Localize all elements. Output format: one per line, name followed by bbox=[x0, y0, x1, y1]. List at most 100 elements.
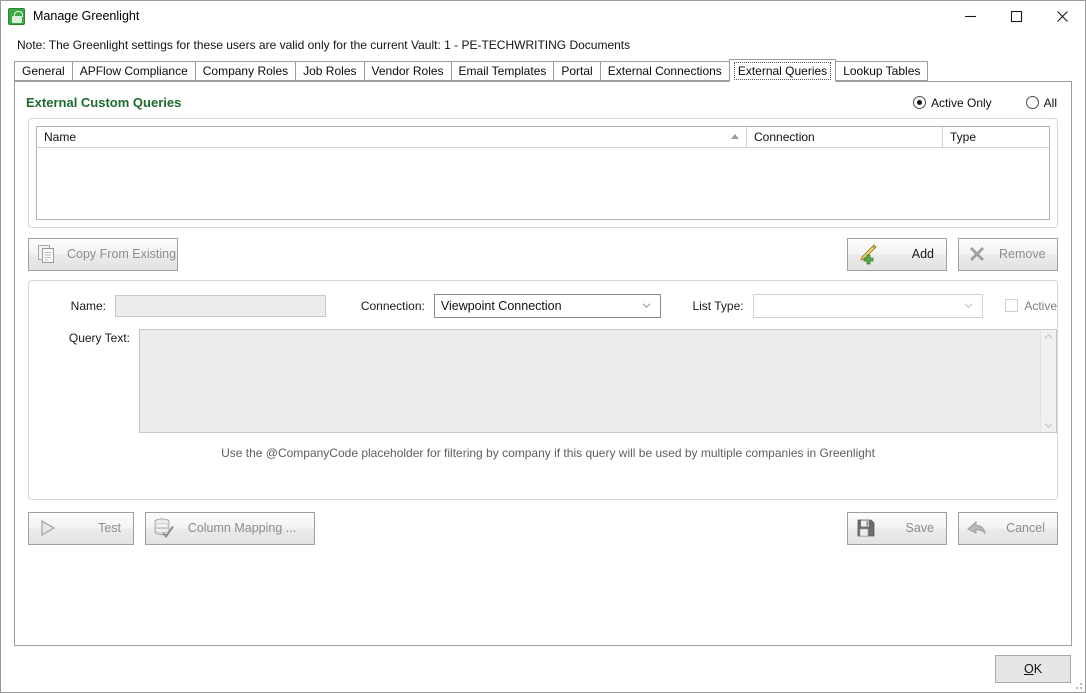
tab-bar: General APFlow Compliance Company Roles … bbox=[1, 59, 1085, 82]
cancel-button-label: Cancel bbox=[1006, 521, 1045, 535]
connection-label: Connection: bbox=[360, 298, 425, 313]
queries-grid[interactable]: Name Connection Type bbox=[36, 126, 1050, 220]
connection-select-value: Viewpoint Connection bbox=[440, 298, 562, 313]
add-button[interactable]: Add bbox=[847, 237, 947, 271]
save-button-label: Save bbox=[905, 521, 935, 535]
column-mapping-label: Column Mapping ... bbox=[187, 521, 297, 535]
tab-lookup-tables-label: Lookup Tables bbox=[843, 64, 921, 78]
tab-email-templates-label: Email Templates bbox=[458, 64, 547, 78]
tab-apflow-compliance[interactable]: APFlow Compliance bbox=[71, 61, 196, 81]
column-header-type[interactable]: Type bbox=[943, 127, 1049, 147]
tab-company-roles[interactable]: Company Roles bbox=[194, 61, 297, 81]
tab-external-queries[interactable]: External Queries bbox=[728, 59, 837, 82]
pen-plus-icon bbox=[848, 243, 884, 265]
copy-from-existing-button[interactable]: Copy From Existing bbox=[28, 237, 178, 271]
back-arrow-icon bbox=[959, 517, 995, 539]
tab-external-queries-label: External Queries bbox=[733, 61, 832, 80]
query-text-scrollbar[interactable] bbox=[1040, 330, 1056, 432]
tab-external-connections-label: External Connections bbox=[607, 64, 722, 78]
tab-email-templates[interactable]: Email Templates bbox=[450, 61, 555, 81]
greenlight-app-icon bbox=[8, 7, 25, 25]
detail-action-row: Test Column Mapping ... Save Cancel bbox=[28, 511, 1058, 545]
remove-button[interactable]: Remove bbox=[958, 237, 1058, 271]
save-button[interactable]: Save bbox=[847, 511, 947, 545]
query-text-label: Query Text: bbox=[68, 331, 130, 345]
ok-button-accel: O bbox=[1023, 662, 1034, 676]
tab-general-label: General bbox=[22, 64, 65, 78]
column-header-connection-label: Connection bbox=[754, 130, 815, 144]
manage-greenlight-window: Manage Greenlight Note: The Greenlight s… bbox=[0, 0, 1086, 693]
tab-lookup-tables[interactable]: Lookup Tables bbox=[835, 61, 929, 81]
chevron-down-icon bbox=[642, 302, 651, 308]
copy-from-existing-label: Copy From Existing bbox=[67, 247, 177, 261]
company-code-hint: Use the @CompanyCode placeholder for fil… bbox=[221, 446, 875, 460]
resize-grip[interactable] bbox=[1072, 679, 1082, 689]
scroll-down-icon[interactable] bbox=[1044, 422, 1053, 429]
connection-select[interactable]: Viewpoint Connection bbox=[433, 293, 661, 318]
minimize-icon[interactable] bbox=[947, 1, 993, 31]
page-title: External Custom Queries bbox=[26, 95, 182, 110]
column-mapping-button[interactable]: Column Mapping ... bbox=[145, 511, 315, 545]
grid-action-row: Copy From Existing Add Remove bbox=[28, 237, 1058, 271]
x-mark-icon bbox=[959, 243, 995, 265]
radio-active-only-label: Active Only bbox=[930, 95, 992, 110]
detail-row-query: Query Text: bbox=[29, 317, 1057, 433]
remove-button-label: Remove bbox=[999, 247, 1046, 261]
ok-button[interactable]: OK bbox=[995, 655, 1071, 683]
queries-grid-group: Name Connection Type bbox=[28, 118, 1058, 228]
chevron-down-icon-list bbox=[964, 302, 973, 308]
radio-all[interactable]: All bbox=[1025, 95, 1057, 110]
radio-all-label: All bbox=[1043, 95, 1057, 110]
dialog-footer: OK bbox=[1, 646, 1085, 692]
tab-portal-label: Portal bbox=[561, 64, 593, 78]
tab-company-roles-label: Company Roles bbox=[202, 64, 289, 78]
play-triangle-icon bbox=[29, 517, 65, 539]
ok-button-rest: K bbox=[1033, 662, 1043, 676]
active-checkbox-box bbox=[1005, 299, 1019, 312]
radio-all-indicator bbox=[1025, 96, 1039, 109]
vault-note: Note: The Greenlight settings for these … bbox=[1, 31, 1085, 59]
panel-header: External Custom Queries Active Only All bbox=[15, 82, 1071, 112]
tab-portal[interactable]: Portal bbox=[553, 61, 601, 81]
test-button-label: Test bbox=[98, 521, 121, 535]
title-bar: Manage Greenlight bbox=[1, 1, 1085, 31]
grid-body-empty bbox=[37, 148, 1049, 219]
name-input[interactable] bbox=[115, 294, 326, 317]
copy-documents-icon bbox=[29, 243, 65, 265]
radio-active-only-indicator bbox=[912, 96, 926, 109]
column-header-name[interactable]: Name bbox=[37, 127, 747, 147]
close-icon[interactable] bbox=[1039, 1, 1085, 31]
scroll-up-icon[interactable] bbox=[1044, 333, 1053, 340]
column-header-connection[interactable]: Connection bbox=[747, 127, 943, 147]
filter-radio-group: Active Only All bbox=[879, 96, 1057, 110]
database-check-icon bbox=[146, 517, 182, 539]
external-queries-panel: External Custom Queries Active Only All … bbox=[14, 81, 1072, 646]
radio-active-only[interactable]: Active Only bbox=[912, 95, 992, 110]
window-controls bbox=[947, 1, 1085, 31]
name-label: Name: bbox=[70, 298, 106, 313]
column-header-type-label: Type bbox=[950, 130, 977, 144]
tab-external-connections[interactable]: External Connections bbox=[599, 61, 730, 81]
sort-ascending-icon bbox=[731, 134, 739, 139]
list-type-label: List Type: bbox=[692, 298, 744, 313]
maximize-icon[interactable] bbox=[993, 1, 1039, 31]
tab-vendor-roles-label: Vendor Roles bbox=[371, 64, 444, 78]
active-checkbox-label: Active bbox=[1024, 298, 1057, 313]
query-text-area[interactable] bbox=[139, 329, 1057, 433]
test-button[interactable]: Test bbox=[28, 511, 134, 545]
floppy-disk-icon bbox=[848, 517, 884, 539]
tab-vendor-roles[interactable]: Vendor Roles bbox=[363, 61, 452, 81]
tab-general[interactable]: General bbox=[14, 61, 73, 81]
active-checkbox[interactable]: Active bbox=[1005, 299, 1057, 313]
list-type-select[interactable] bbox=[752, 293, 984, 318]
query-text-value[interactable] bbox=[140, 330, 1040, 432]
column-header-name-label: Name bbox=[44, 130, 77, 144]
query-detail-group: Name: Connection: Viewpoint Connection L… bbox=[28, 280, 1058, 500]
add-button-label: Add bbox=[911, 247, 934, 261]
tab-apflow-compliance-label: APFlow Compliance bbox=[79, 64, 188, 78]
cancel-button[interactable]: Cancel bbox=[958, 511, 1058, 545]
tab-job-roles-label: Job Roles bbox=[303, 64, 357, 78]
tab-job-roles[interactable]: Job Roles bbox=[295, 61, 365, 81]
window-title: Manage Greenlight bbox=[33, 9, 140, 23]
grid-header-row: Name Connection Type bbox=[37, 127, 1049, 148]
